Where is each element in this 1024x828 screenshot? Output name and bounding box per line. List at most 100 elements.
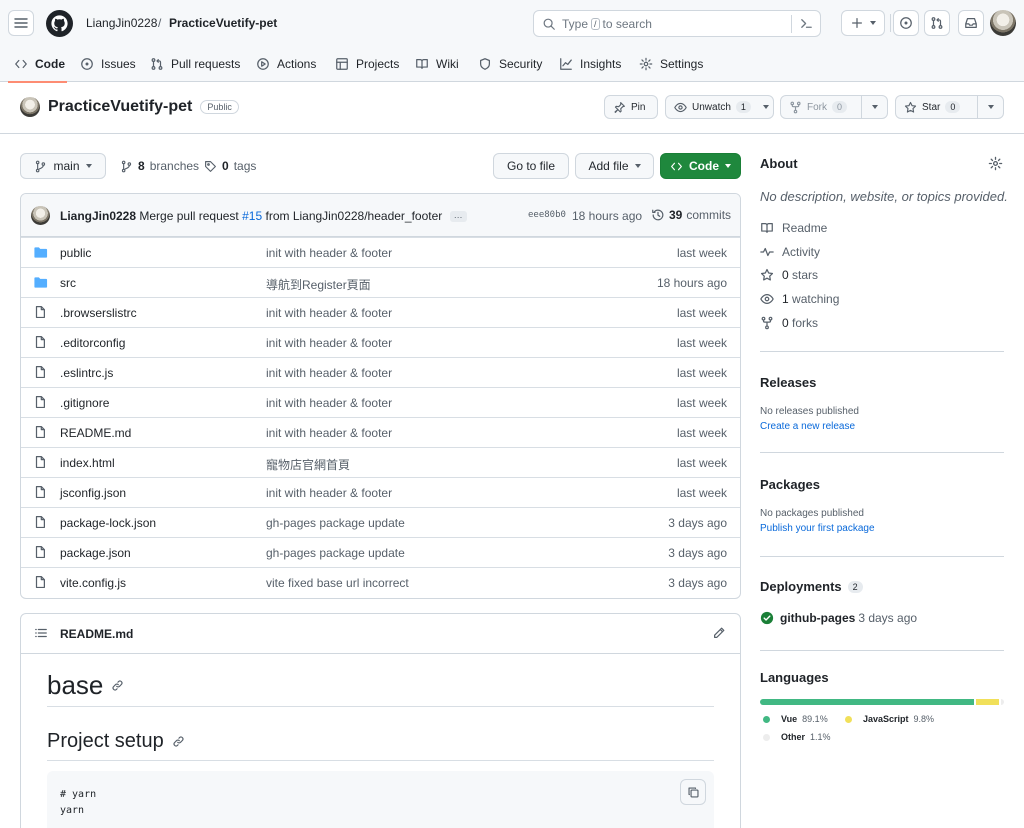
commit-hash[interactable]: eee80b0 xyxy=(528,210,566,220)
branches-link[interactable]: 8 branches xyxy=(120,159,199,173)
watching-link[interactable]: 1 watching xyxy=(760,292,839,306)
star-dropdown[interactable] xyxy=(977,96,1003,118)
owner-avatar[interactable] xyxy=(20,97,40,117)
activity-link[interactable]: Activity xyxy=(760,245,820,259)
file-row[interactable]: .eslintrc.js init with header & footer las… xyxy=(21,357,740,387)
repo-title[interactable]: PracticeVuetify-pet xyxy=(48,98,192,116)
pencil-icon[interactable] xyxy=(712,626,726,640)
breadcrumb-repo[interactable]: PracticeVuetify-pet xyxy=(169,16,277,30)
file-commit-message[interactable]: init with header & footer xyxy=(266,306,392,320)
search-input[interactable]: Type / to search xyxy=(533,10,821,37)
file-commit-message[interactable]: gh-pages package update xyxy=(266,516,405,530)
file-commit-message[interactable]: init with header & footer xyxy=(266,336,392,350)
file-commit-message[interactable]: init with header & footer xyxy=(266,486,392,500)
fork-dropdown[interactable] xyxy=(861,96,887,118)
create-release-link[interactable]: Create a new release xyxy=(760,421,855,432)
commit-message-prefix[interactable]: Merge pull request xyxy=(139,209,238,223)
create-new-button[interactable] xyxy=(841,10,885,36)
commit-author-avatar[interactable] xyxy=(31,206,50,225)
file-commit-message[interactable]: vite fixed base url incorrect xyxy=(266,576,409,590)
copy-button[interactable] xyxy=(680,779,706,805)
file-name[interactable]: .gitignore xyxy=(60,396,109,410)
tab-settings[interactable]: Settings xyxy=(639,46,703,82)
tab-wiki[interactable]: Wiki xyxy=(415,46,459,82)
language-item[interactable]: Vue 89.1% xyxy=(763,714,828,724)
tab-code[interactable]: Code xyxy=(14,46,65,82)
stars-link[interactable]: 0 stars xyxy=(760,268,818,282)
language-item[interactable]: Other 1.1% xyxy=(763,732,831,742)
watch-dropdown[interactable] xyxy=(759,105,773,109)
watch-button[interactable]: Unwatch 1 xyxy=(665,95,774,119)
file-row[interactable]: vite.config.js vite fixed base url incorr… xyxy=(21,567,740,597)
file-row[interactable]: public init with header & footer last week xyxy=(21,237,740,267)
link-icon[interactable] xyxy=(172,735,185,748)
inbox-button[interactable] xyxy=(958,10,984,36)
file-commit-message[interactable]: init with header & footer xyxy=(266,246,392,260)
file-name[interactable]: .editorconfig xyxy=(60,336,125,350)
file-name[interactable]: package.json xyxy=(60,546,131,560)
tab-pull-requests[interactable]: Pull requests xyxy=(150,46,240,82)
readme-title[interactable]: README.md xyxy=(60,627,133,641)
commit-expand-button[interactable]: … xyxy=(449,211,467,223)
issues-button[interactable] xyxy=(893,10,919,36)
list-icon[interactable] xyxy=(34,626,48,640)
tab-security[interactable]: Security xyxy=(478,46,542,82)
command-palette-icon[interactable] xyxy=(799,16,814,31)
branch-select[interactable]: main xyxy=(20,153,106,179)
pin-button[interactable]: Pin xyxy=(604,95,658,119)
star-button[interactable]: Star 0 xyxy=(895,95,1004,119)
commit-pr-link[interactable]: #15 xyxy=(242,209,262,223)
releases-title[interactable]: Releases xyxy=(760,375,816,390)
file-name[interactable]: jsconfig.json xyxy=(60,486,126,500)
file-name[interactable]: vite.config.js xyxy=(60,576,126,590)
file-row[interactable]: .editorconfig init with header & footer la… xyxy=(21,327,740,357)
readme-link[interactable]: Readme xyxy=(760,221,827,235)
gear-icon[interactable] xyxy=(988,156,1003,171)
file-name[interactable]: README.md xyxy=(60,426,131,440)
file-row[interactable]: .gitignore init with header & footer last … xyxy=(21,387,740,417)
github-logo-icon[interactable] xyxy=(46,10,73,37)
language-item[interactable]: JavaScript 9.8% xyxy=(845,714,934,724)
commit-author[interactable]: LiangJin0228 xyxy=(60,209,136,223)
commit-message-suffix[interactable]: from LiangJin0228/header_footer xyxy=(265,209,442,223)
breadcrumb-owner[interactable]: LiangJin0228 xyxy=(86,16,157,30)
code-button[interactable]: Code xyxy=(660,153,741,179)
file-commit-message[interactable]: init with header & footer xyxy=(266,366,392,380)
file-row[interactable]: .browserslistrc init with header & footer… xyxy=(21,297,740,327)
menu-button[interactable] xyxy=(8,10,34,36)
file-name[interactable]: src xyxy=(60,276,76,290)
file-commit-message[interactable]: gh-pages package update xyxy=(266,546,405,560)
file-row[interactable]: package-lock.json gh-pages package update… xyxy=(21,507,740,537)
file-commit-message[interactable]: init with header & footer xyxy=(266,426,392,440)
packages-title[interactable]: Packages xyxy=(760,477,820,492)
publish-package-link[interactable]: Publish your first package xyxy=(760,523,875,534)
file-commit-message[interactable]: init with header & footer xyxy=(266,396,392,410)
fork-button[interactable]: Fork 0 xyxy=(780,95,888,119)
add-file-button[interactable]: Add file xyxy=(575,153,654,179)
tab-actions[interactable]: Actions xyxy=(256,46,316,82)
file-name[interactable]: .browserslistrc xyxy=(60,306,137,320)
file-row[interactable]: jsconfig.json init with header & footer la… xyxy=(21,477,740,507)
tags-link[interactable]: 0 tags xyxy=(204,159,256,173)
file-commit-message[interactable]: 導航到Register頁面 xyxy=(266,276,371,293)
file-name[interactable]: .eslintrc.js xyxy=(60,366,113,380)
user-avatar[interactable] xyxy=(990,10,1016,36)
tab-issues[interactable]: Issues xyxy=(80,46,136,82)
link-icon[interactable] xyxy=(111,679,124,692)
go-to-file-button[interactable]: Go to file xyxy=(493,153,569,179)
deployments-title[interactable]: Deployments 2 xyxy=(760,579,863,594)
file-name[interactable]: index.html xyxy=(60,456,115,470)
file-name[interactable]: package-lock.json xyxy=(60,516,156,530)
deployment-item[interactable]: github-pages 3 days ago xyxy=(760,611,917,625)
pull-requests-button[interactable] xyxy=(924,10,950,36)
file-commit-message[interactable]: 寵物店官網首頁 xyxy=(266,456,350,473)
tab-insights[interactable]: Insights xyxy=(559,46,621,82)
file-row[interactable]: README.md init with header & footer last w… xyxy=(21,417,740,447)
forks-link[interactable]: 0 forks xyxy=(760,316,818,330)
tab-projects[interactable]: Projects xyxy=(335,46,399,82)
file-row[interactable]: package.json gh-pages package update 3 day… xyxy=(21,537,740,567)
file-name[interactable]: public xyxy=(60,246,91,260)
commits-link[interactable]: 39 commits xyxy=(651,208,731,222)
file-row[interactable]: index.html 寵物店官網首頁 last week xyxy=(21,447,740,477)
file-row[interactable]: src 導航到Register頁面 18 hours ago xyxy=(21,267,740,297)
